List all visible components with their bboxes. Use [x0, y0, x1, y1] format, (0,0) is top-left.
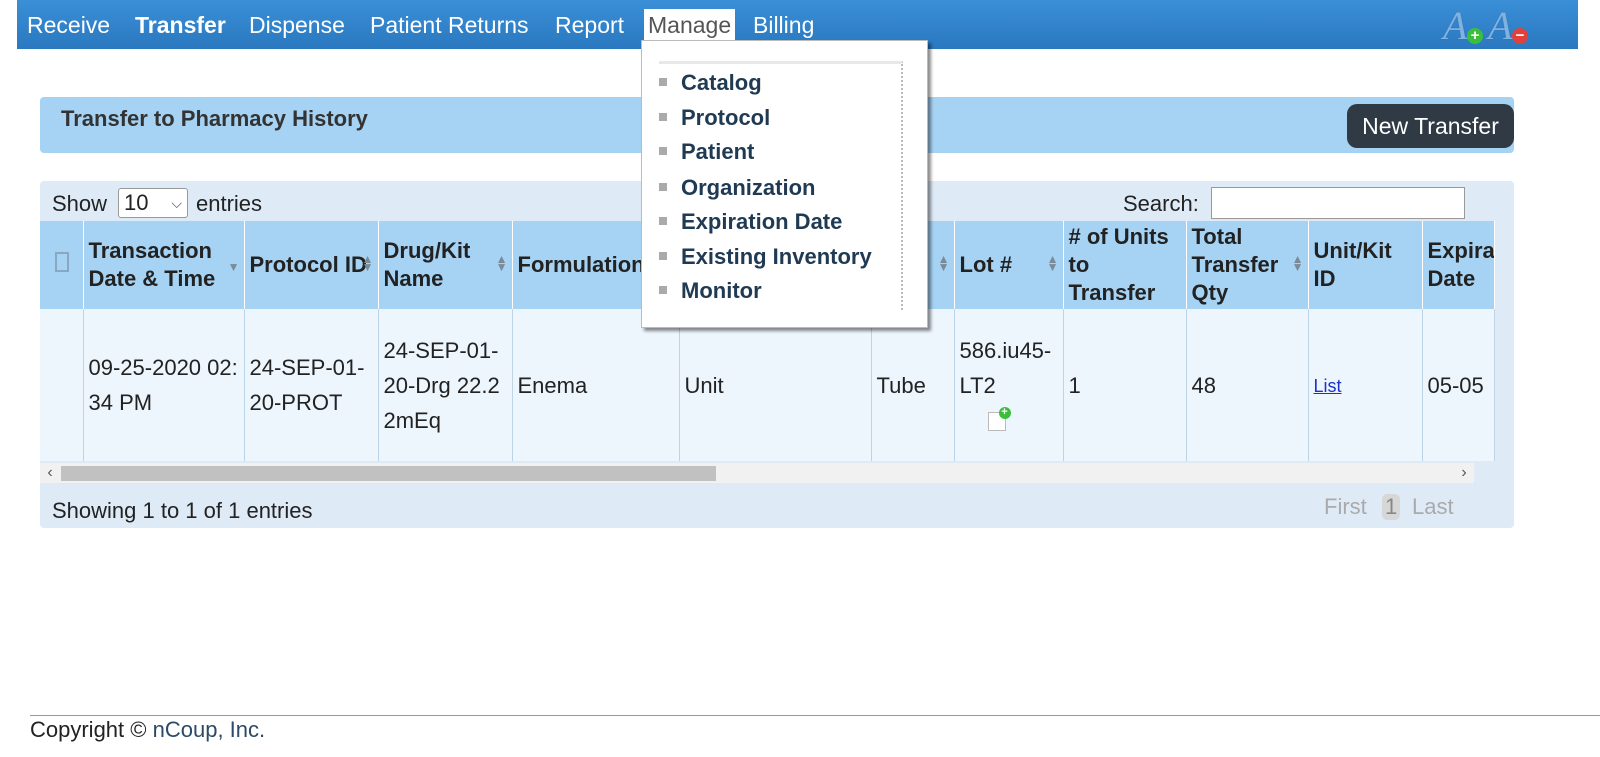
- menu-item-protocol[interactable]: Protocol: [659, 105, 770, 131]
- pager-page-1[interactable]: 1: [1382, 494, 1401, 520]
- scroll-right-icon[interactable]: ›: [1454, 463, 1474, 483]
- header-drug-kit-name[interactable]: Drug/Kit Name ▲ ▼: [378, 221, 513, 309]
- show-label: Show: [52, 191, 108, 216]
- header-units-to-transfer[interactable]: # of Units to Transfer: [1063, 221, 1187, 309]
- cell-unit: Unit: [679, 309, 872, 461]
- horizontal-scrollbar[interactable]: ‹ ›: [40, 463, 1474, 483]
- menu-item-catalog[interactable]: Catalog: [659, 70, 762, 96]
- header-expiration-date[interactable]: Expiration Date: [1422, 221, 1495, 309]
- footer: Copyright © nCoup, Inc.: [30, 717, 265, 743]
- copyright-text: Copyright ©: [30, 717, 147, 742]
- add-note-icon[interactable]: +: [987, 407, 1011, 432]
- menu-item-monitor[interactable]: Monitor: [659, 278, 762, 304]
- scrollbar-thumb[interactable]: [61, 466, 716, 481]
- nav-patient-returns[interactable]: Patient Returns: [370, 12, 529, 39]
- font-increase-icon[interactable]: A +: [1441, 3, 1483, 48]
- cell-units-to-transfer: 1: [1063, 309, 1187, 461]
- menu-item-expiration-date[interactable]: Expiration Date: [659, 209, 842, 235]
- header-total-transfer-qty[interactable]: Total Transfer Qty ▲ ▼: [1186, 221, 1309, 309]
- menu-item-existing-inventory[interactable]: Existing Inventory: [659, 244, 872, 270]
- menu-item-organization[interactable]: Organization: [659, 175, 815, 201]
- pager-first[interactable]: First: [1324, 494, 1367, 520]
- sort-icon: ▲ ▼: [361, 252, 374, 274]
- sort-icon: ▲ ▼: [1046, 252, 1059, 274]
- cell-container: Tube: [871, 309, 955, 461]
- chevron-down-icon: ⌵: [171, 195, 182, 211]
- manage-dropdown-menu: Catalog Protocol Patient Organization Ex…: [641, 40, 928, 328]
- entries-label: entries: [196, 191, 263, 216]
- nav-billing[interactable]: Billing: [753, 12, 814, 39]
- cell-lot-number: 586.iu45-LT2 +: [954, 309, 1064, 461]
- cell-drug-kit-name: 24-SEP-01-20-Drg 22.22mEq: [378, 309, 513, 461]
- new-transfer-button[interactable]: New Transfer: [1347, 104, 1514, 148]
- search-input[interactable]: [1211, 187, 1465, 219]
- header-lot-number[interactable]: Lot # ▲ ▼: [954, 221, 1064, 309]
- font-decrease-icon[interactable]: A −: [1486, 3, 1528, 48]
- cell-total-transfer-qty: 48: [1186, 309, 1309, 461]
- scroll-left-icon[interactable]: ‹: [40, 463, 60, 483]
- page-title: Transfer to Pharmacy History: [61, 106, 368, 131]
- row-select-cell[interactable]: [40, 309, 84, 461]
- table-row: 09-25-2020 02:34 PM 24-SEP-01-20-PROT 24…: [40, 309, 1495, 461]
- search-label: Search:: [1123, 191, 1199, 216]
- column-select-header[interactable]: [40, 221, 84, 309]
- nav-report[interactable]: Report: [555, 12, 624, 39]
- sort-icon: ▲ ▼: [495, 252, 508, 274]
- column-toggle-icon: [55, 252, 69, 272]
- nav-transfer[interactable]: Transfer: [135, 12, 226, 39]
- nav-dispense[interactable]: Dispense: [249, 12, 345, 39]
- sort-desc-icon: ▼: [227, 260, 240, 274]
- cell-protocol-id: 24-SEP-01-20-PROT: [244, 309, 379, 461]
- cell-formulation: Enema: [512, 309, 680, 461]
- pager-last[interactable]: Last: [1412, 494, 1454, 520]
- header-unit-kit-id[interactable]: Unit/Kit ID: [1308, 221, 1423, 309]
- header-transaction-date[interactable]: Transaction Date & Time ▼: [83, 221, 245, 309]
- page-size-select[interactable]: 10 ⌵: [118, 188, 188, 218]
- table-info: Showing 1 to 1 of 1 entries: [52, 498, 313, 523]
- company-link[interactable]: nCoup, Inc.: [153, 717, 266, 742]
- nav-receive[interactable]: Receive: [27, 12, 110, 39]
- footer-divider: [30, 715, 1600, 716]
- sort-icon: ▲ ▼: [937, 252, 950, 274]
- cell-expiration-date: 05-05: [1422, 309, 1495, 461]
- menu-item-patient[interactable]: Patient: [659, 139, 754, 165]
- sort-icon: ▲ ▼: [1291, 252, 1304, 274]
- cell-unit-kit-id: List: [1308, 309, 1423, 461]
- cell-transaction-date: 09-25-2020 02:34 PM: [83, 309, 245, 461]
- kit-id-list-link[interactable]: List: [1314, 376, 1342, 396]
- header-protocol-id[interactable]: Protocol ID ▲ ▼: [244, 221, 379, 309]
